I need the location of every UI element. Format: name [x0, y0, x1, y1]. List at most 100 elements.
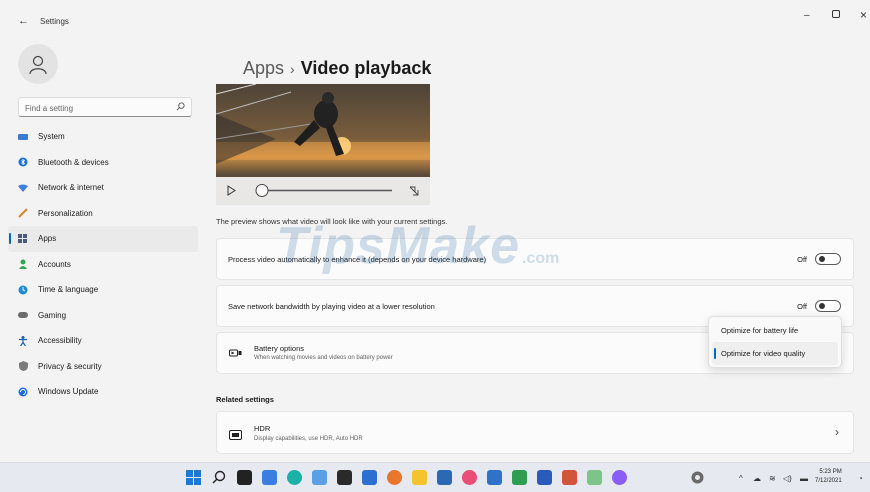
chevron-right-icon: ›	[835, 425, 839, 439]
task-view-icon[interactable]	[237, 470, 252, 485]
start-icon[interactable]	[186, 470, 201, 485]
page-title: Video playback	[300, 58, 432, 78]
toggle-state-text: Off	[797, 301, 807, 311]
minimize-button[interactable]: –	[804, 10, 810, 21]
hdr-title: HDR	[254, 424, 271, 433]
clock-time: 5:23 PM	[819, 469, 842, 475]
breadcrumb-parent[interactable]: Apps	[243, 58, 284, 78]
hdr-subtitle: Display capabilities, use HDR, Auto HDR	[254, 436, 363, 442]
maximize-icon	[832, 10, 840, 18]
sidebar-nav: System Bluetooth & devices Network & int…	[8, 124, 198, 405]
app-title: Settings	[40, 17, 69, 26]
preview-description: The preview shows what video will look l…	[216, 217, 448, 226]
sidebar-item-privacy[interactable]: Privacy & security	[8, 354, 198, 380]
settings-gear-icon[interactable]	[690, 470, 705, 485]
sidebar-item-label: Gaming	[38, 310, 67, 320]
battery-icon[interactable]: ▬	[800, 474, 808, 483]
notifications-icon[interactable]: ◔	[858, 474, 863, 483]
firefox-icon[interactable]	[387, 470, 402, 485]
sidebar-item-label: Network & internet	[38, 183, 104, 193]
save-bandwidth-label: Save network bandwidth by playing video …	[228, 302, 435, 311]
seek-thumb[interactable]	[255, 184, 269, 197]
option-video-quality[interactable]: Optimize for video quality	[712, 342, 838, 365]
sidebar-item-system[interactable]: System	[8, 124, 198, 150]
sidebar-item-label: Apps	[38, 234, 57, 244]
sidebar-item-label: Time & language	[38, 285, 99, 295]
shield-icon	[18, 361, 28, 372]
app-icon-8[interactable]	[612, 470, 627, 485]
store-icon[interactable]	[337, 470, 352, 485]
tray-chevron-icon[interactable]: ^	[739, 474, 743, 483]
brush-icon	[18, 208, 28, 218]
related-settings-heading: Related settings	[216, 395, 274, 404]
process-video-label: Process video automatically to enhance i…	[228, 255, 487, 264]
search-box[interactable]	[18, 97, 192, 118]
sidebar-item-bluetooth[interactable]: Bluetooth & devices	[8, 150, 198, 176]
breadcrumb: Apps › Video playback	[243, 58, 431, 79]
sidebar-item-network[interactable]: Network & internet	[8, 175, 198, 201]
sidebar-item-label: Windows Update	[38, 387, 99, 397]
hdr-icon	[229, 427, 242, 445]
battery-options-subtitle: When watching movies and videos on batte…	[254, 355, 393, 361]
mail-icon[interactable]	[362, 470, 377, 485]
battery-options-title: Battery options	[254, 344, 305, 353]
windows-update-icon	[18, 387, 28, 397]
sidebar-item-gaming[interactable]: Gaming	[8, 303, 198, 329]
search-icon	[176, 102, 185, 111]
wifi-icon[interactable]: ≋	[769, 474, 776, 483]
sidebar-item-label: Personalization	[38, 208, 93, 218]
option-battery-life[interactable]: Optimize for battery life	[712, 319, 838, 342]
fullscreen-icon[interactable]	[409, 186, 419, 196]
accessibility-icon	[18, 335, 28, 346]
clock[interactable]: 5:23 PM 7/12/2021	[815, 468, 842, 486]
sidebar-item-label: Accessibility	[38, 336, 82, 346]
search-input[interactable]	[19, 99, 169, 118]
battery-video-icon	[229, 346, 243, 364]
taskbar-search-icon[interactable]	[212, 470, 227, 485]
sidebar-item-personalization[interactable]: Personalization	[8, 201, 198, 227]
close-button[interactable]: ×	[860, 8, 867, 22]
process-video-toggle[interactable]	[815, 253, 841, 265]
taskbar: ^ ☁ ≋ ◁) ▬ 5:23 PM 7/12/2021 ◔	[0, 462, 870, 492]
app-icon-4[interactable]	[462, 470, 477, 485]
onedrive-icon[interactable]: ☁	[753, 474, 761, 483]
sidebar-item-accessibility[interactable]: Accessibility	[8, 328, 198, 354]
avatar[interactable]	[18, 44, 58, 84]
sidebar-item-label: System	[38, 132, 65, 142]
widgets-icon[interactable]	[262, 470, 277, 485]
save-bandwidth-toggle[interactable]	[815, 300, 841, 312]
process-video-toggle-group: Off	[797, 253, 841, 265]
app-icon-3[interactable]	[437, 470, 452, 485]
back-arrow-icon[interactable]: ←	[18, 15, 29, 27]
toggle-state-text: Off	[797, 254, 807, 264]
accounts-icon	[18, 259, 28, 270]
app-icon-7[interactable]	[587, 470, 602, 485]
play-icon[interactable]	[227, 185, 236, 196]
edge-icon[interactable]	[287, 470, 302, 485]
video-preview[interactable]	[216, 84, 430, 205]
sidebar-item-time-language[interactable]: Time & language	[8, 277, 198, 303]
app-icon-1[interactable]	[312, 470, 327, 485]
toggle-knob	[819, 256, 825, 262]
sidebar-item-label: Accounts	[38, 259, 71, 269]
apps-icon	[18, 233, 28, 244]
process-video-setting: Process video automatically to enhance i…	[216, 238, 854, 280]
app-icon-2[interactable]	[412, 470, 427, 485]
volume-icon[interactable]: ◁)	[783, 474, 792, 483]
app-icon-5[interactable]	[487, 470, 502, 485]
sidebar-item-apps[interactable]: Apps	[8, 226, 198, 252]
network-icon	[18, 183, 28, 193]
app-icon-6[interactable]	[512, 470, 527, 485]
powerpoint-icon[interactable]	[562, 470, 577, 485]
clock-date: 7/12/2021	[815, 478, 842, 484]
battery-options-dropdown: Optimize for battery life Optimize for v…	[708, 316, 842, 368]
maximize-button[interactable]	[832, 10, 840, 21]
video-controls	[216, 177, 430, 205]
sidebar-item-windows-update[interactable]: Windows Update	[8, 379, 198, 405]
hdr-setting[interactable]: HDR Display capabilities, use HDR, Auto …	[216, 411, 854, 454]
gaming-icon	[18, 310, 28, 320]
word-icon[interactable]	[537, 470, 552, 485]
sidebar-item-accounts[interactable]: Accounts	[8, 252, 198, 278]
title-bar: ← Settings – ×	[0, 0, 870, 40]
user-icon	[29, 55, 47, 75]
